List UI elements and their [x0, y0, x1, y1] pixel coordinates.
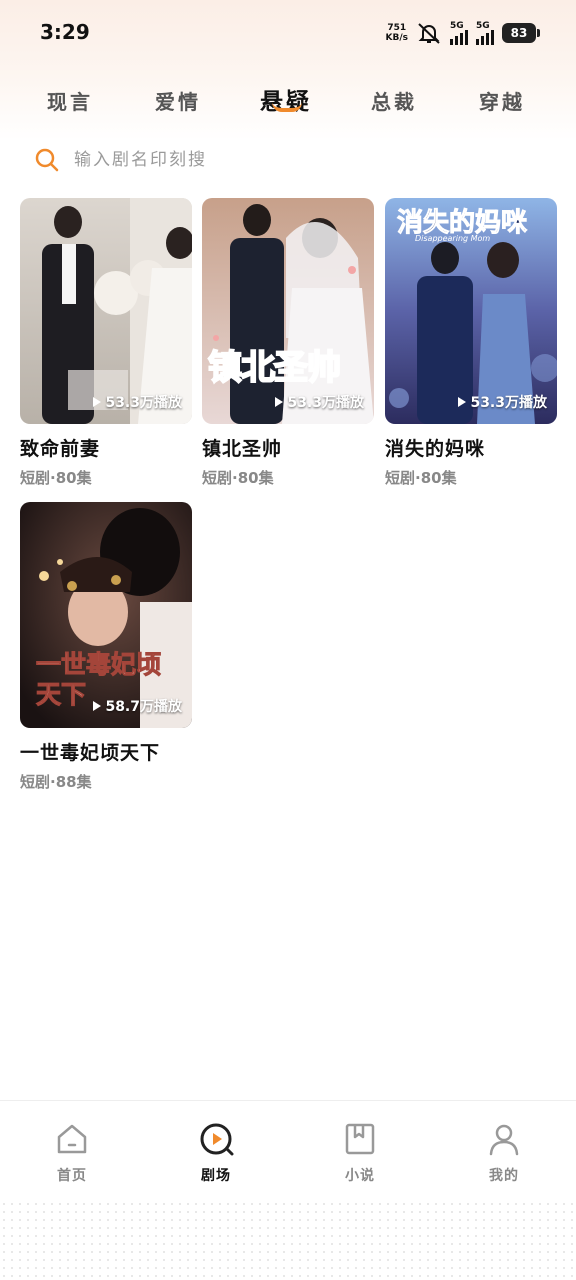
- theater-icon: [200, 1123, 234, 1156]
- bottom-navigation: 首页 剧场 小说 我的: [0, 1100, 576, 1200]
- nav-theater-label: 剧场: [201, 1168, 231, 1184]
- drama-meta: 短剧·80集: [385, 469, 457, 487]
- status-bar: 3:29 751 KB/s 5G 5G 83: [0, 0, 576, 64]
- status-indicators: 751 KB/s 5G 5G 83: [386, 19, 540, 47]
- nav-home-label: 首页: [57, 1168, 87, 1184]
- nav-theater[interactable]: 剧场: [156, 1121, 276, 1185]
- drama-meta: 短剧·88集: [20, 773, 92, 791]
- play-count: 53.3万播放: [458, 392, 547, 412]
- search-bar[interactable]: [34, 142, 544, 178]
- nav-profile-label: 我的: [489, 1168, 519, 1184]
- poster-image: [202, 198, 374, 424]
- play-count-text: 58.7万播放: [105, 699, 182, 715]
- mute-bell-icon: [418, 23, 440, 44]
- play-count: 53.3万播放: [93, 392, 182, 412]
- drama-card[interactable]: 消失的妈咪 Disappearing Mom 53.3万播放 消失的妈咪 短剧·…: [385, 198, 557, 488]
- search-input[interactable]: [74, 150, 474, 170]
- play-count: 58.7万播放: [93, 696, 182, 716]
- profile-icon: [489, 1124, 519, 1156]
- drama-poster[interactable]: 镇北圣帅 53.3万播放: [202, 198, 374, 424]
- tab-xianyan[interactable]: 现言: [16, 86, 124, 115]
- sim2-label: 5G: [476, 21, 490, 31]
- drama-card[interactable]: 一世毒妃顷天下 58.7万播放 一世毒妃顷天下 短剧·88集: [20, 502, 192, 792]
- drama-title[interactable]: 消失的妈咪: [385, 434, 557, 461]
- drama-meta: 短剧·80集: [20, 469, 92, 487]
- nav-home[interactable]: 首页: [12, 1121, 132, 1185]
- sim1-label: 5G: [450, 21, 464, 31]
- drama-meta: 短剧·80集: [202, 469, 274, 487]
- nav-novel[interactable]: 小说: [300, 1121, 420, 1185]
- play-icon: [275, 397, 284, 407]
- network-speed-unit: KB/s: [385, 33, 408, 43]
- play-count: 53.3万播放: [275, 392, 364, 412]
- play-count-text: 53.3万播放: [287, 395, 364, 411]
- play-icon: [93, 397, 102, 407]
- drama-card[interactable]: 镇北圣帅 53.3万播放 镇北圣帅 短剧·80集: [202, 198, 374, 488]
- bottom-pattern: [0, 1200, 576, 1280]
- drama-poster[interactable]: 消失的妈咪 Disappearing Mom 53.3万播放: [385, 198, 557, 424]
- drama-title[interactable]: 致命前妻: [20, 434, 192, 461]
- network-speed: 751 KB/s: [386, 23, 408, 43]
- drama-poster[interactable]: 53.3万播放: [20, 198, 192, 424]
- nav-profile[interactable]: 我的: [444, 1121, 564, 1185]
- tab-aiqing[interactable]: 爱情: [124, 86, 232, 115]
- book-icon: [345, 1123, 375, 1155]
- nav-novel-label: 小说: [345, 1168, 375, 1184]
- home-icon: [57, 1124, 87, 1154]
- poster-subtitle-text: Disappearing Mom: [415, 234, 491, 243]
- drama-card[interactable]: 53.3万播放 致命前妻 短剧·80集: [20, 198, 192, 488]
- status-time: 3:29: [40, 20, 90, 44]
- network-speed-value: 751: [387, 23, 407, 33]
- play-icon: [93, 701, 102, 711]
- battery-level: 83: [510, 26, 528, 40]
- search-icon[interactable]: [34, 147, 60, 173]
- play-count-text: 53.3万播放: [470, 395, 547, 411]
- drama-poster[interactable]: 一世毒妃顷天下 58.7万播放: [20, 502, 192, 728]
- signal-sim1-icon: 5G: [450, 21, 468, 45]
- signal-sim2-icon: 5G: [476, 21, 494, 45]
- tab-zongcai[interactable]: 总裁: [340, 86, 448, 115]
- drama-title[interactable]: 一世毒妃顷天下: [20, 738, 192, 765]
- drama-title[interactable]: 镇北圣帅: [202, 434, 374, 461]
- play-count-text: 53.3万播放: [105, 395, 182, 411]
- play-icon: [458, 397, 467, 407]
- poster-image: [20, 198, 192, 424]
- tab-chuanyue[interactable]: 穿越: [448, 86, 556, 115]
- battery-icon: 83: [502, 23, 540, 43]
- poster-title-text: 镇北圣帅: [207, 347, 342, 389]
